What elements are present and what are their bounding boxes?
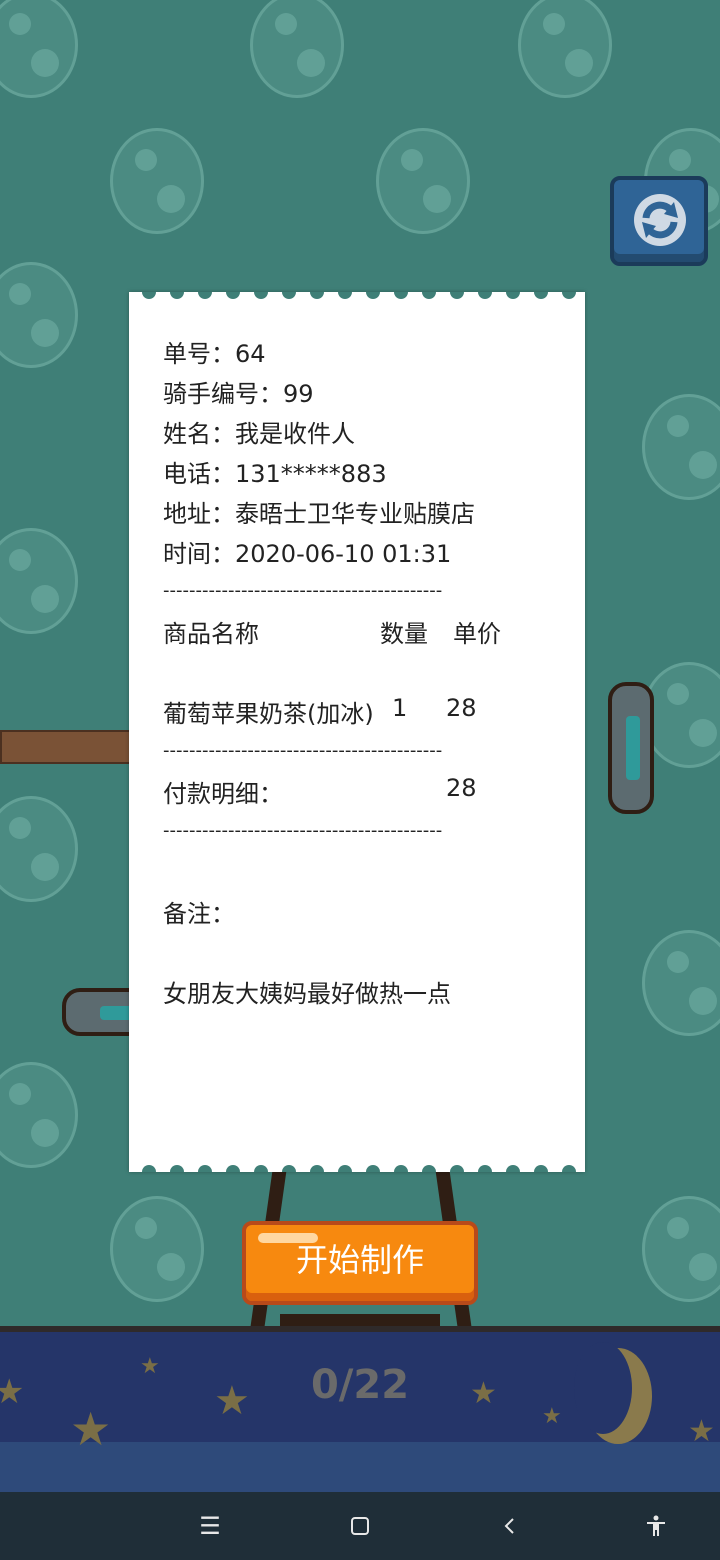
- order-receipt: 单号：64 骑手编号：99 姓名：我是收件人 电话：131*****883 地址…: [129, 292, 585, 1172]
- refresh-icon: [634, 194, 686, 246]
- night-sky-strip: ★ ★ ★ ★ ★ ★ ★ 0/22: [0, 1326, 720, 1492]
- divider-1: ----------------------------------------…: [163, 580, 443, 601]
- menu-icon[interactable]: ☰: [194, 1510, 226, 1542]
- star-icon: ★: [70, 1402, 112, 1456]
- refresh-button[interactable]: [610, 176, 708, 266]
- payment-total: 28: [446, 774, 477, 802]
- header-product-name: 商品名称: [163, 620, 259, 648]
- item-price: 28: [446, 694, 477, 722]
- note-label: 备注：: [163, 900, 235, 928]
- progress-counter: 0/22: [310, 1362, 410, 1408]
- star-icon: ★: [688, 1414, 715, 1449]
- back-icon[interactable]: [494, 1510, 526, 1542]
- vertical-tube: [608, 682, 654, 814]
- system-navigation-bar: ☰: [0, 1492, 720, 1560]
- start-making-button[interactable]: 开始制作: [242, 1221, 478, 1305]
- divider-3: ----------------------------------------…: [163, 820, 443, 841]
- item-quantity: 1: [392, 694, 408, 722]
- rider-number: 骑手编号：99: [163, 380, 314, 408]
- wooden-shelf: [0, 730, 139, 764]
- start-making-label: 开始制作: [295, 1241, 424, 1279]
- order-time: 时间：2020-06-10 01:31: [163, 540, 452, 568]
- recipient-name: 姓名：我是收件人: [163, 420, 355, 448]
- item-name: 葡萄苹果奶茶(加冰): [163, 700, 374, 728]
- header-quantity: 数量: [380, 620, 428, 648]
- recipient-address: 地址：泰晤士卫华专业贴膜店: [163, 500, 475, 528]
- recipient-phone: 电话：131*****883: [163, 460, 387, 488]
- receipt-scallop-top: [129, 292, 585, 302]
- home-icon[interactable]: [344, 1510, 376, 1542]
- payment-label: 付款明细：: [163, 780, 283, 808]
- receipt-scallop-bottom: [129, 1162, 585, 1172]
- order-number: 单号：64: [163, 340, 266, 368]
- divider-2: ----------------------------------------…: [163, 740, 443, 761]
- accessibility-icon[interactable]: [640, 1510, 672, 1542]
- note-text: 女朋友大姨妈最好做热一点: [163, 980, 451, 1008]
- header-unit-price: 单价: [453, 620, 501, 648]
